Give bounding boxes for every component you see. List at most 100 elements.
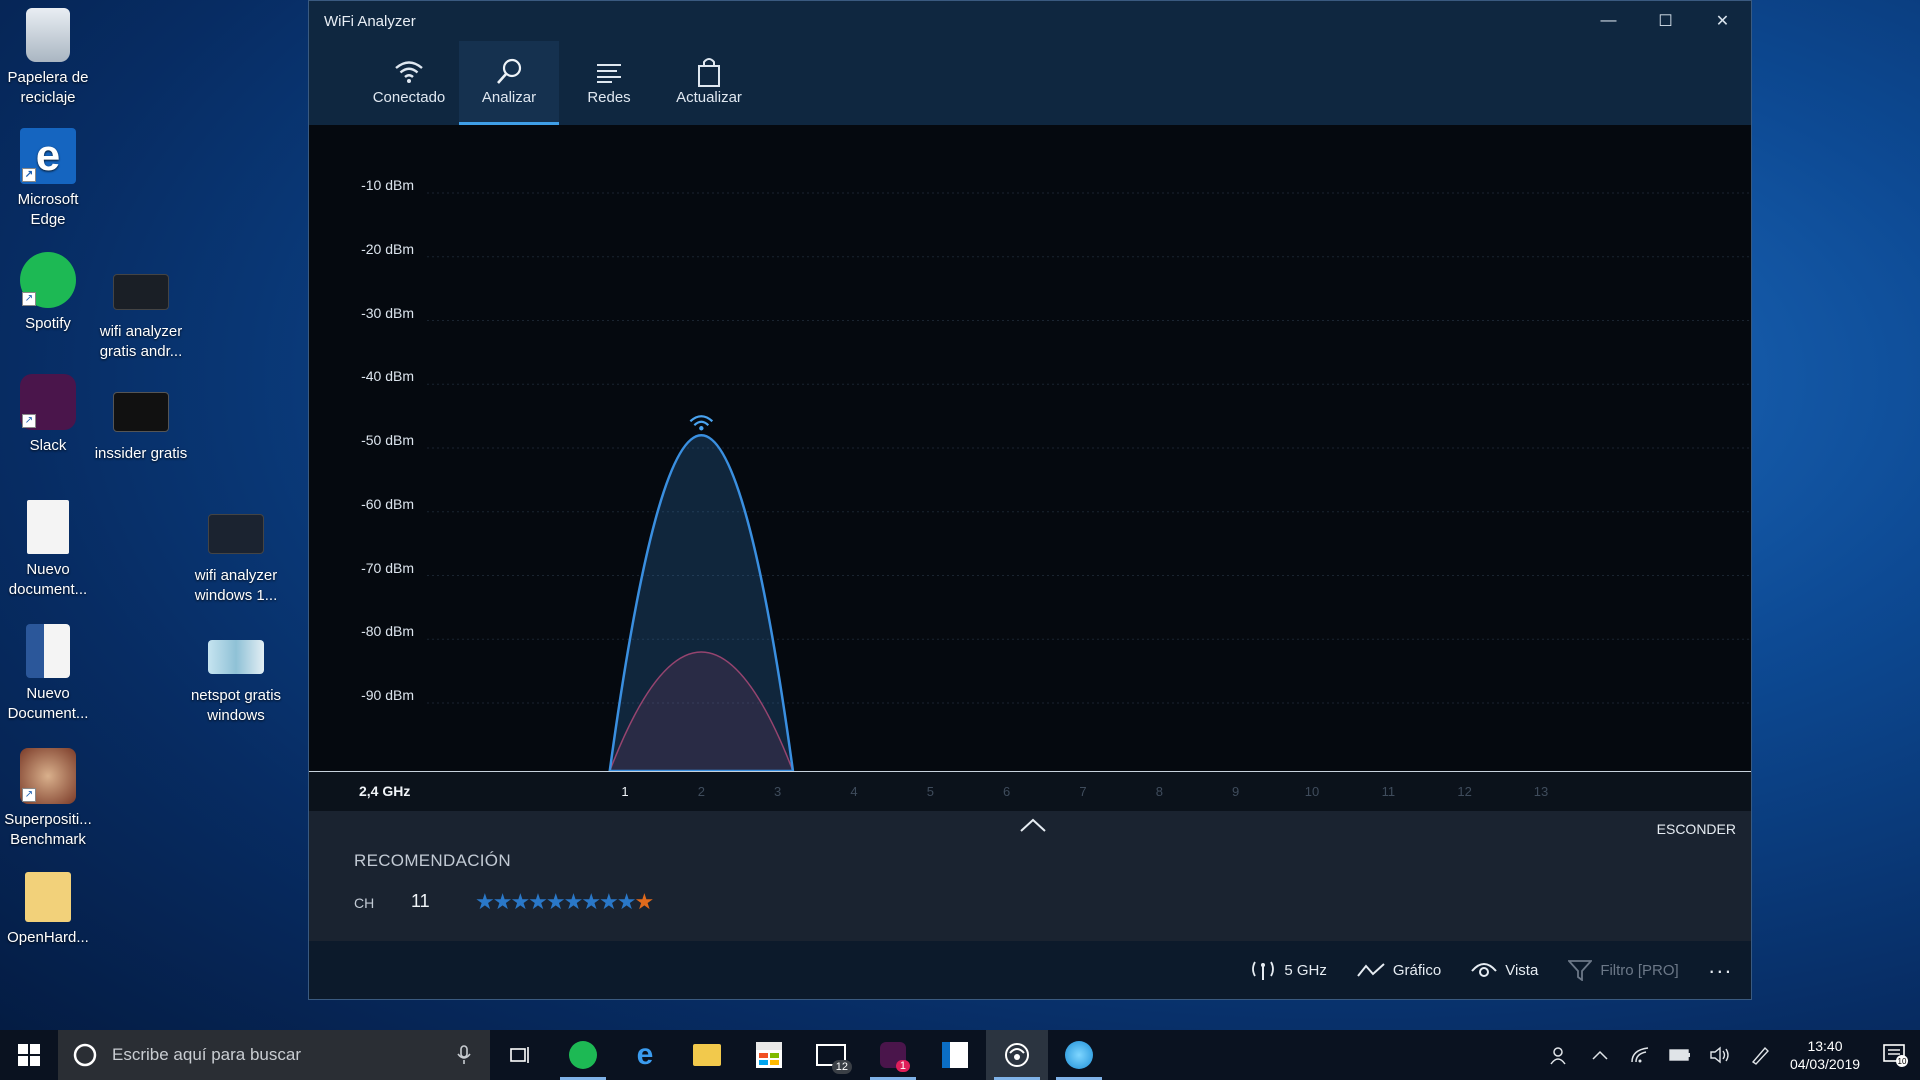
desktop-icon-label: wifi analyzer windows 1...: [194, 567, 278, 604]
wifi-analyzer-window: WiFi Analyzer — ☐ ✕ Conectado Analizar R…: [308, 0, 1752, 1000]
x-tick-label: 9: [1232, 784, 1240, 799]
desktop-icon-wifi-analyzer-windows[interactable]: wifi analyzer windows 1...: [188, 514, 284, 605]
system-clock[interactable]: 13:40 04/03/2019: [1780, 1037, 1870, 1073]
image-editor-icon: [942, 1042, 968, 1068]
clock-time: 13:40: [1807, 1038, 1843, 1054]
desktop-icon-spotify[interactable]: ↗ Spotify: [0, 252, 96, 334]
taskbar-app-wifi-analyzer[interactable]: [986, 1030, 1048, 1080]
graph-button[interactable]: Gráfico: [1357, 961, 1441, 979]
title-bar: WiFi Analyzer — ☐ ✕: [309, 1, 1751, 41]
screenshot-thumbnail-icon: [113, 392, 169, 432]
desktop-icon-superposition[interactable]: ↗ Superpositi... Benchmark: [0, 748, 96, 849]
network-signal-curve[interactable]: [608, 434, 795, 771]
pen-icon[interactable]: [1740, 1045, 1780, 1065]
taskbar-app-store[interactable]: [738, 1030, 800, 1080]
minimize-button[interactable]: —: [1580, 1, 1637, 41]
desktop-icon-label: inssider gratis: [94, 445, 188, 462]
channel-label: CH: [354, 895, 375, 911]
search-icon: [494, 55, 524, 89]
y-tick-label: -50 dBm: [361, 432, 414, 448]
desktop-icon-netspot[interactable]: netspot gratis windows: [188, 640, 284, 725]
view-label: Vista: [1505, 961, 1539, 979]
tab-redes[interactable]: Redes: [559, 41, 659, 125]
bottom-app-bar: 5 GHz Gráfico Vista Filtro [PRO] ...: [309, 941, 1751, 999]
y-tick-label: -40 dBm: [361, 368, 414, 385]
band-toggle-button[interactable]: 5 GHz: [1250, 959, 1327, 981]
signal-chart: -10 dBm -20 dBm -30 dBm -40 dBm -50 dBm -60 d…: [309, 125, 1751, 771]
desktop-icon-slack[interactable]: ↗ Slack: [0, 374, 96, 456]
maximize-button[interactable]: ☐: [1637, 1, 1694, 41]
desktop-icon-inssider[interactable]: inssider gratis: [93, 392, 189, 464]
taskbar-app-spotify[interactable]: [552, 1030, 614, 1080]
battery-icon[interactable]: [1660, 1049, 1700, 1061]
wifi-icon: [394, 55, 424, 89]
desktop-icon-new-document[interactable]: Nuevo document...: [0, 500, 96, 599]
desktop-icon-new-word-document[interactable]: Nuevo Document...: [0, 624, 96, 723]
x-tick-label: 6: [1003, 784, 1011, 799]
chevron-up-icon[interactable]: [1019, 817, 1047, 838]
search-placeholder: Escribe aquí para buscar: [112, 1045, 301, 1064]
window-title: WiFi Analyzer: [324, 12, 416, 30]
view-button[interactable]: Vista: [1471, 961, 1538, 979]
tab-actualizar[interactable]: Actualizar: [659, 41, 759, 125]
start-button[interactable]: [0, 1030, 58, 1080]
action-center-button[interactable]: 10: [1870, 1043, 1920, 1067]
people-icon[interactable]: [1540, 1045, 1580, 1065]
rating-stars-filled: ★★★★★★★★★: [475, 889, 637, 914]
task-view-icon: [510, 1047, 529, 1063]
tab-label: Conectado: [372, 89, 446, 106]
recycle-bin-icon: [26, 8, 70, 62]
taskbar-app-sketch[interactable]: [924, 1030, 986, 1080]
x-tick-label: 1: [621, 784, 629, 799]
text-document-icon: [27, 500, 69, 554]
wifi-marker-icon[interactable]: [689, 415, 714, 431]
graph-icon: [1357, 963, 1385, 977]
recommended-channel: 11: [411, 891, 430, 911]
filter-label: Filtro [PRO]: [1600, 961, 1679, 979]
desktop-icon-label: Nuevo document...: [8, 561, 88, 598]
taskbar-search[interactable]: Escribe aquí para buscar: [58, 1030, 490, 1080]
microphone-icon[interactable]: [452, 1043, 476, 1067]
tab-conectado[interactable]: Conectado: [359, 41, 459, 125]
slack-badge: 1: [895, 1060, 910, 1072]
band-label: 2,4 GHz: [359, 783, 411, 799]
mail-badge: 12: [831, 1060, 852, 1074]
desktop-icon-recycle-bin[interactable]: Papelera de reciclaje: [0, 8, 96, 107]
y-tick-label: -80 dBm: [361, 623, 414, 640]
spotify-icon: ↗: [20, 252, 76, 308]
y-tick-label: -30 dBm: [361, 304, 414, 321]
desktop-icon-wifi-analyzer-android[interactable]: wifi analyzer gratis andr...: [93, 274, 189, 361]
taskbar-app-edge[interactable]: e: [614, 1030, 676, 1080]
notification-count: 10: [1898, 1057, 1907, 1066]
close-button[interactable]: ✕: [1694, 1, 1751, 41]
desktop-icon-openhardware[interactable]: OpenHard...: [0, 872, 96, 948]
desktop-icon-label: netspot gratis windows: [190, 687, 282, 724]
taskbar-app-mail[interactable]: 12: [800, 1030, 862, 1080]
word-document-icon: [26, 624, 70, 678]
screenshot-thumbnail-icon: [208, 514, 264, 554]
antenna-icon: [1252, 961, 1275, 980]
tab-label: Actualizar: [676, 89, 742, 106]
task-view-button[interactable]: [490, 1030, 552, 1080]
taskbar-app-file-explorer[interactable]: [676, 1030, 738, 1080]
chevron-up-icon[interactable]: [1580, 1050, 1620, 1060]
store-icon: [756, 1042, 782, 1068]
wifi-analyzer-icon: [1005, 1043, 1029, 1067]
x-tick-label: 11: [1381, 784, 1396, 799]
spotify-icon: [569, 1041, 597, 1069]
superposition-icon: ↗: [20, 748, 76, 804]
tab-analizar[interactable]: Analizar: [459, 41, 559, 125]
volume-icon[interactable]: [1700, 1046, 1740, 1064]
rating-star-partial: ★: [634, 889, 655, 914]
filter-button[interactable]: Filtro [PRO]: [1568, 959, 1679, 981]
hide-button[interactable]: ESCONDER: [1657, 821, 1736, 837]
x-tick-label: 4: [850, 784, 858, 799]
desktop-icon-edge[interactable]: e ↗ Microsoft Edge: [0, 128, 96, 229]
taskbar-app-slack[interactable]: 1: [862, 1030, 924, 1080]
taskbar-app-globe[interactable]: [1048, 1030, 1110, 1080]
cortana-icon: [73, 1043, 97, 1067]
more-options-button[interactable]: ...: [1709, 953, 1733, 979]
desktop-icon-label: Nuevo Document...: [7, 685, 89, 722]
network-icon[interactable]: [1620, 1046, 1660, 1064]
desktop-icon-label: OpenHard...: [7, 929, 89, 946]
